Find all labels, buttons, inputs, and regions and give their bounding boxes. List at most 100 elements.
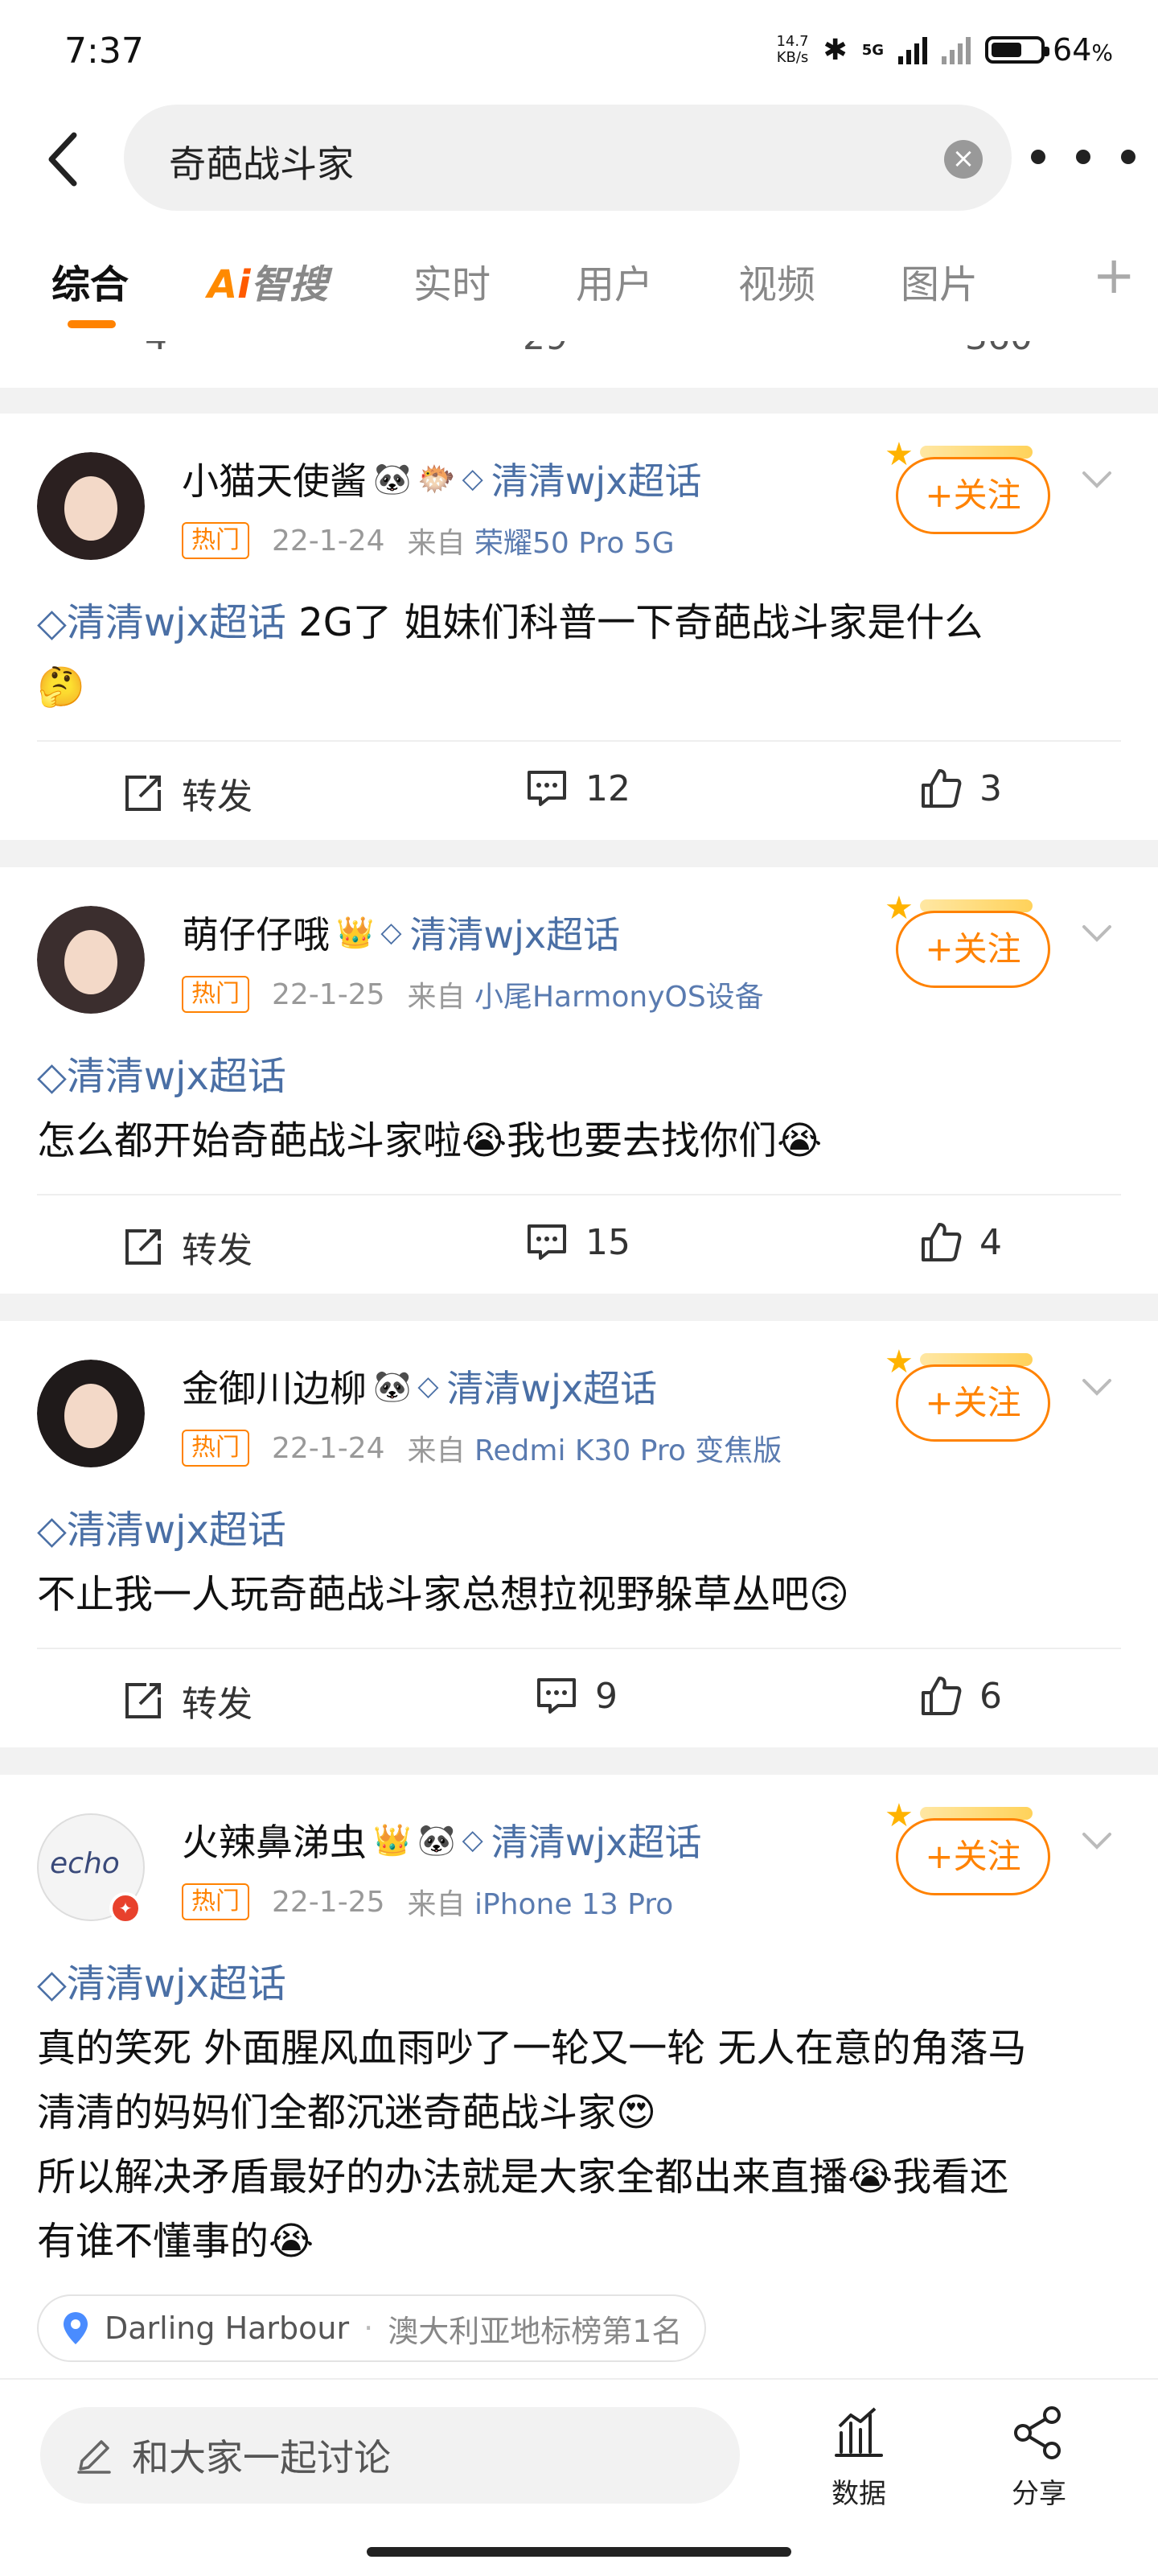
battery-percent: 64 [1053,32,1092,68]
data-button[interactable]: 数据 [803,2404,915,2511]
location-tag[interactable]: Darling Harbour · 澳大利亚地标榜第1名 [37,2294,707,2362]
previous-repost-count[interactable]: 4 [145,341,167,358]
post-date: 22-1-24 [272,1431,385,1465]
repost-button[interactable]: 转发 [122,1221,253,1273]
repost-icon [125,1683,161,1718]
hot-badge: 热门 [182,1430,249,1467]
post-content: ◇清清wjx超话 怎么都开始奇葩战斗家啦😭我也要去找你们😭 [37,1044,1121,1173]
username[interactable]: 金御川边柳 [182,1360,367,1413]
tab-ai-search[interactable]: Ai智搜 [207,253,328,309]
username[interactable]: 小猫天使酱 [182,452,367,505]
network-type: 5G [861,41,885,59]
post-author-row: 火辣鼻涕虫 👑 🐼 ◇ 清清wjx超话 [182,1813,701,1866]
follow-button[interactable]: +关注 [896,457,1050,534]
diamond-icon: ◇ [462,463,483,495]
share-icon [1014,2406,1061,2459]
post-card: echo ✦ 火辣鼻涕虫 👑 🐼 ◇ 清清wjx超话 热门 22-1-25 来自 … [0,1775,1158,2378]
crown-badge-icon: 👑 [373,1821,412,1858]
avatar-text: echo [50,1847,120,1880]
post-content: ◇清清wjx超话 不止我一人玩奇葩战斗家总想拉视野躲草丛吧🙃 [37,1498,1121,1627]
top-bar: 奇葩战斗家 × [0,100,1158,220]
like-button[interactable]: 4 [920,1221,1002,1263]
post-card: 萌仔仔哦 👑 ◇ 清清wjx超话 热门 22-1-25 来自 小尾HarmonyO… [0,867,1158,1294]
comment-button[interactable]: 9 [536,1675,618,1717]
super-topic-link[interactable]: ◇清清wjx超话 [37,1498,1121,1562]
comment-button[interactable]: 12 [526,767,630,809]
tab-comprehensive[interactable]: 综合 [51,253,129,309]
back-icon[interactable] [42,130,87,188]
status-bar: 7:37 14.7 KB/s ✱ 5G 64% [0,0,1158,100]
home-indicator[interactable] [367,2547,791,2557]
thumbs-up-icon [922,1223,962,1261]
avatar[interactable] [37,906,145,1014]
post-date: 22-1-25 [272,1885,385,1919]
post-source: 荣耀50 Pro 5G [474,527,675,560]
follow-button[interactable]: +关注 [896,1364,1050,1442]
diamond-icon: ◇ [380,916,402,949]
diamond-icon: ◇ [37,600,67,645]
post-content: ◇清清wjx超话 2G了 姐妹们科普一下奇葩战斗家是什么 🤔 [37,600,983,710]
tab-images[interactable]: 图片 [901,253,978,309]
chevron-down-icon[interactable] [1079,1369,1115,1405]
post-source: iPhone 13 Pro [474,1888,674,1921]
tab-users[interactable]: 用户 [576,253,653,309]
super-topic-link[interactable]: ◇清清wjx超话 [37,600,286,645]
hot-badge: 热门 [182,976,249,1013]
post-meta: 热门 22-1-25 来自 小尾HarmonyOS设备 [182,973,764,1015]
super-topic-link[interactable]: ◇清清wjx超话 [462,452,702,505]
battery-indicator: 64% [985,32,1113,68]
super-topic-link[interactable]: ◇清清wjx超话 [462,1813,702,1866]
chevron-down-icon[interactable] [1079,462,1115,497]
super-topic-link[interactable]: ◇清清wjx超话 [37,1044,1121,1109]
post-source: 小尾HarmonyOS设备 [474,981,764,1014]
super-topic-link[interactable]: ◇清清wjx超话 [37,1952,1121,2016]
previous-comment-count[interactable]: 29 [523,341,568,358]
hot-badge: 热门 [182,522,249,559]
comment-icon [528,1224,566,1260]
divider [37,740,1121,742]
hot-badge: 热门 [182,1883,249,1920]
follow-button[interactable]: +关注 [896,911,1050,988]
super-topic-link[interactable]: ◇清清wjx超话 [380,906,620,959]
tab-videos[interactable]: 视频 [738,253,815,309]
repost-button[interactable]: 转发 [122,767,253,819]
divider [37,1648,1121,1649]
clear-icon[interactable]: × [944,140,983,179]
search-query[interactable]: 奇葩战斗家 [169,135,354,188]
comment-button[interactable]: 15 [526,1221,630,1263]
active-tab-indicator [68,320,116,328]
battery-icon [985,36,1050,64]
comment-input[interactable]: 和大家一起讨论 [40,2407,740,2504]
badge-icon: 🐡 [417,460,456,496]
status-time: 7:37 [64,31,144,72]
super-topic-link[interactable]: ◇清清wjx超话 [417,1360,657,1413]
crown-badge-icon: 👑 [336,914,375,950]
signal-icon [898,35,928,64]
add-tab-icon[interactable]: + [1092,246,1135,306]
like-button[interactable]: 6 [920,1675,1002,1717]
avatar[interactable] [37,1360,145,1467]
more-options-icon[interactable] [1031,150,1135,169]
divider [37,1194,1121,1195]
post-author-row: 小猫天使酱 🐼 🐡 ◇ 清清wjx超话 [182,452,701,505]
badge-icon: 🐼 [373,460,412,496]
avatar[interactable] [37,452,145,560]
diamond-icon: ◇ [37,1054,67,1099]
tab-realtime[interactable]: 实时 [413,253,491,309]
verified-badge-icon: ✦ [109,1892,142,1924]
follow-button[interactable]: +关注 [896,1818,1050,1895]
bluetooth-icon: ✱ [823,33,848,67]
thumbs-up-icon [922,1677,962,1715]
thumbs-up-icon [922,769,962,808]
share-button[interactable]: 分享 [983,2404,1095,2511]
chevron-down-icon[interactable] [1079,1823,1115,1858]
username[interactable]: 火辣鼻涕虫 [182,1813,367,1866]
search-input[interactable]: 奇葩战斗家 × [124,105,1012,211]
previous-like-count[interactable]: 360 [965,341,1033,358]
chevron-down-icon[interactable] [1079,916,1115,951]
badge-icon: 🐼 [373,1368,412,1404]
repost-button[interactable]: 转发 [122,1675,253,1726]
like-button[interactable]: 3 [920,767,1002,809]
username[interactable]: 萌仔仔哦 [182,906,330,959]
post-author-row: 萌仔仔哦 👑 ◇ 清清wjx超话 [182,906,620,959]
